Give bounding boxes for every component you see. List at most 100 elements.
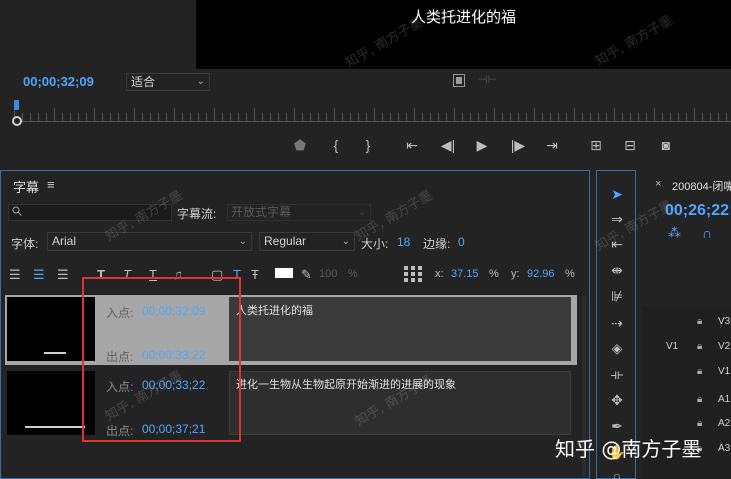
ruler-tick xyxy=(46,113,47,121)
go-to-out-icon[interactable]: ⇥ xyxy=(542,136,562,154)
font-select[interactable]: Arial ⌄ xyxy=(47,232,252,251)
edge-color-icon[interactable]: Ŧ xyxy=(251,267,259,282)
position-grid-icon[interactable] xyxy=(403,265,423,283)
align-center-icon[interactable]: ☰ xyxy=(33,267,45,283)
ruler-tick xyxy=(606,113,607,121)
time-ruler[interactable] xyxy=(12,100,731,126)
align-right-icon[interactable]: ☰ xyxy=(57,267,69,283)
go-to-in-icon[interactable]: ⇤ xyxy=(402,136,422,154)
y-unit: % xyxy=(565,268,575,280)
caption-stream-value: 开放式字幕 xyxy=(231,205,292,219)
track-name: A1 xyxy=(718,394,731,405)
ruler-tick xyxy=(262,113,263,121)
ruler-tick xyxy=(374,108,375,121)
hand-move-tool-icon[interactable]: ✥ xyxy=(608,391,626,409)
chevron-down-icon: ⌄ xyxy=(238,236,247,247)
ruler-tick xyxy=(254,108,255,121)
ruler-tick xyxy=(78,113,79,121)
ruler-tick xyxy=(486,113,487,121)
lock-icon[interactable]: 🔒︎ xyxy=(697,394,702,405)
thumbnail-caption-line xyxy=(44,352,66,354)
step-back-icon[interactable]: ◀| xyxy=(438,136,458,154)
playhead-timecode[interactable]: 00;00;32;09 xyxy=(23,74,94,89)
playhead-marker[interactable] xyxy=(14,100,19,110)
rate-stretch-tool-icon[interactable]: ⊯ xyxy=(608,287,626,305)
ruler-tick xyxy=(382,113,383,121)
ruler-tick xyxy=(526,113,527,121)
slip-tool-icon[interactable]: ◈ xyxy=(608,339,626,357)
font-style-select[interactable]: Regular ⌄ xyxy=(259,232,355,251)
mark-out-icon[interactable]: } xyxy=(358,136,378,154)
ruler-tick xyxy=(638,113,639,121)
lock-icon[interactable]: 🔒︎ xyxy=(697,366,702,377)
ruler-tick xyxy=(510,113,511,121)
ruler-tick xyxy=(190,113,191,121)
ruler-tick xyxy=(398,113,399,121)
caption-text-field[interactable]: 人类托进化的福 xyxy=(229,297,571,361)
eyedropper-icon[interactable]: ✎ xyxy=(301,267,312,283)
ruler-tick xyxy=(318,113,319,121)
razor-tool-icon[interactable]: ⇢ xyxy=(608,314,626,332)
ruler-tick xyxy=(30,113,31,121)
multicam-icon[interactable]: ⊣⊢ xyxy=(478,73,497,86)
track-name: A3 xyxy=(718,443,731,454)
settings-panel-icon[interactable] xyxy=(453,74,465,87)
linked-selection-icon[interactable]: ∩ xyxy=(702,225,712,241)
ruler-tick xyxy=(310,113,311,121)
rolling-edit-tool-icon[interactable]: ⇼ xyxy=(608,261,626,279)
play-icon[interactable]: ▶ xyxy=(472,136,492,154)
edge-label: 边缘: xyxy=(423,237,451,251)
panel-menu-icon[interactable]: ≡ xyxy=(47,177,55,192)
caption-stream-select: 开放式字幕 ⌄ xyxy=(227,204,371,221)
ruler-tick xyxy=(518,113,519,121)
ruler-tick xyxy=(406,113,407,121)
playhead-handle[interactable] xyxy=(12,116,22,126)
ruler-tick xyxy=(582,113,583,121)
chevron-down-icon: ⌄ xyxy=(341,236,350,247)
edge-value[interactable]: 0 xyxy=(458,235,465,249)
ruler-tick xyxy=(150,113,151,121)
lock-icon[interactable]: 🔒︎ xyxy=(697,341,702,352)
export-frame-icon[interactable]: ◙ xyxy=(656,136,676,154)
snap-icon[interactable]: ⁂ xyxy=(668,225,681,241)
ruler-tick xyxy=(710,113,711,121)
extract-icon[interactable]: ⊟ xyxy=(620,136,640,154)
ruler-tick xyxy=(222,113,223,121)
font-value: Arial xyxy=(52,234,77,248)
zoom-select[interactable]: 适合 ⌄ xyxy=(126,73,210,91)
source-patch[interactable]: V1 xyxy=(666,341,678,352)
ruler-tick xyxy=(646,113,647,121)
ruler-tick xyxy=(622,113,623,121)
ruler-tick xyxy=(86,113,87,121)
lift-icon[interactable]: ⊞ xyxy=(586,136,606,154)
step-forward-icon[interactable]: |▶ xyxy=(508,136,528,154)
slide-tool-icon[interactable]: ⟛ xyxy=(608,365,626,383)
ruler-tick xyxy=(286,113,287,121)
ruler-tick xyxy=(686,113,687,121)
color-swatch[interactable] xyxy=(275,268,293,278)
ruler-tick xyxy=(126,113,127,121)
lock-icon[interactable]: 🔒︎ xyxy=(697,418,702,429)
tab-captions[interactable]: 字幕 xyxy=(13,177,39,196)
align-left-icon[interactable]: ☰ xyxy=(9,267,21,283)
ruler-tick xyxy=(422,113,423,121)
ruler-tick xyxy=(566,113,567,121)
ruler-tick xyxy=(238,113,239,121)
ruler-tick xyxy=(334,108,335,121)
add-marker-icon[interactable]: ⬟ xyxy=(290,136,310,154)
ruler-tick xyxy=(678,113,679,121)
zoom-tool-icon[interactable]: ○ xyxy=(608,467,626,479)
lock-icon[interactable]: 🔒︎ xyxy=(697,316,702,327)
tab-sequence[interactable]: 200804-闭嘴 xyxy=(672,178,731,194)
selection-tool-icon[interactable]: ➤ xyxy=(608,185,626,203)
ruler-tick xyxy=(614,108,615,121)
x-value[interactable]: 37.15 xyxy=(451,268,479,280)
track-name: V1 xyxy=(718,366,731,377)
ruler-tick xyxy=(158,113,159,121)
size-value[interactable]: 18 xyxy=(397,235,410,249)
mark-in-icon[interactable]: { xyxy=(326,136,346,154)
y-value[interactable]: 92.96 xyxy=(527,268,555,280)
ruler-tick xyxy=(166,113,167,121)
ruler-tick xyxy=(278,113,279,121)
close-icon[interactable]: × xyxy=(655,178,661,190)
